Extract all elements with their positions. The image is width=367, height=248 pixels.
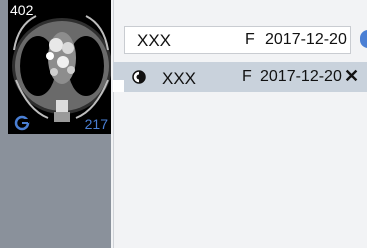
series-patient-sex: F (242, 68, 252, 85)
image-count: 217 (84, 116, 108, 132)
close-icon[interactable]: ✕ (344, 66, 359, 87)
series-thumbnail[interactable]: 402 217 (8, 0, 111, 134)
thumbnail-strip: 402 217 (0, 0, 111, 248)
contrast-icon (132, 70, 146, 84)
row-gutter-inner (113, 80, 124, 92)
ct-scan-image (8, 0, 111, 134)
series-date: 2017-12-20 (260, 68, 342, 85)
series-patient-name: XXX (162, 69, 197, 88)
series-list-item[interactable]: XXX F 2017-12-20 ✕ (124, 62, 367, 92)
panel-divider (113, 0, 114, 248)
patient-name: XXX (137, 31, 172, 50)
expand-button[interactable] (360, 30, 367, 48)
series-sync-icon[interactable] (14, 115, 30, 131)
study-date: 2017-12-20 (265, 31, 347, 48)
image-number: 402 (10, 2, 34, 18)
study-header[interactable]: XXX F 2017-12-20 (124, 26, 351, 54)
patient-sex: F (245, 31, 255, 48)
